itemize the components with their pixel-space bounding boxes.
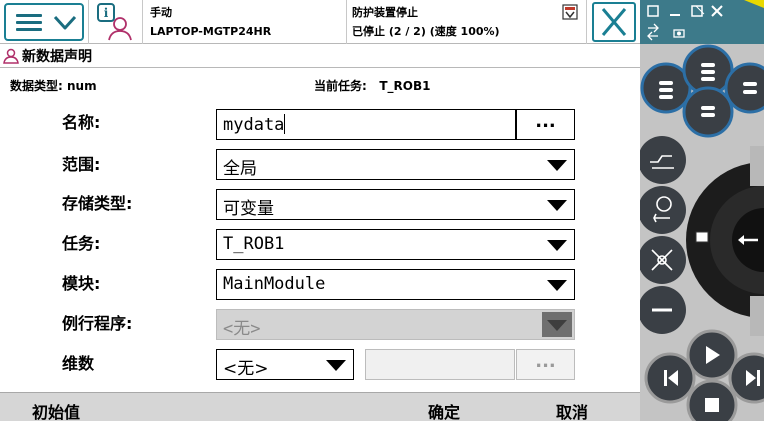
initial-value-button[interactable]: 初始值 bbox=[32, 399, 80, 421]
divider bbox=[0, 67, 640, 68]
routine-select: <无> bbox=[216, 309, 575, 340]
scope-value: 全局 bbox=[223, 159, 257, 179]
page-title: 新数据声明 bbox=[22, 49, 92, 65]
host-name: LAPTOP-MGTP24HR bbox=[150, 25, 272, 38]
routine-value: <无> bbox=[223, 319, 261, 339]
status-detail: 已停止 (2 / 2) (速度 100%) bbox=[352, 25, 500, 38]
page-header: 新数据声明 bbox=[0, 45, 640, 67]
dropdown-arrow-icon bbox=[542, 312, 572, 337]
close-button[interactable] bbox=[592, 2, 636, 42]
dimension-keyboard-button: ... bbox=[516, 349, 575, 380]
controller-status[interactable]: 防护装置停止 已停止 (2 / 2) (速度 100%) bbox=[352, 3, 500, 41]
data-type-label: 数据类型: num bbox=[10, 79, 97, 93]
dimension-size-field bbox=[365, 349, 515, 380]
ok-button[interactable]: 确定 bbox=[428, 399, 460, 421]
scope-label: 范围: bbox=[62, 155, 101, 174]
storage-type-label: 存储类型: bbox=[62, 194, 133, 213]
task-value: T_ROB1 bbox=[223, 234, 285, 254]
status-title: 防护装置停止 bbox=[352, 6, 418, 19]
routine-label: 例行程序: bbox=[62, 314, 133, 333]
dimension-select[interactable]: <无> bbox=[216, 349, 354, 380]
name-keyboard-button[interactable]: ... bbox=[516, 109, 575, 140]
name-input[interactable]: mydata bbox=[216, 109, 516, 140]
module-label: 模块: bbox=[62, 274, 101, 293]
task-label: 任务: bbox=[62, 234, 101, 253]
flexpendant-hardware-panel bbox=[640, 0, 764, 421]
svg-text:i: i bbox=[104, 6, 109, 20]
menu-icon bbox=[16, 14, 42, 32]
dropdown-arrow-icon[interactable] bbox=[542, 232, 572, 257]
declaration-info: 数据类型: num 当前任务: T_ROB1 bbox=[0, 74, 640, 96]
scope-select[interactable]: 全局 bbox=[216, 149, 575, 180]
storage-type-select[interactable]: 可变量 bbox=[216, 189, 575, 220]
dropdown-arrow-icon[interactable] bbox=[542, 192, 572, 217]
module-select[interactable]: MainModule bbox=[216, 269, 575, 300]
module-value: MainModule bbox=[223, 274, 326, 294]
name-label: 名称: bbox=[62, 113, 101, 132]
mode-label: 手动 bbox=[150, 6, 172, 19]
dimension-label: 维数 bbox=[62, 354, 95, 373]
current-task-label: 当前任务: bbox=[314, 79, 367, 93]
main-menu-button[interactable] bbox=[4, 3, 84, 41]
command-bar: 初始值 确定 取消 bbox=[0, 392, 640, 421]
dropdown-arrow-icon[interactable] bbox=[542, 272, 572, 297]
chevron-down-icon bbox=[53, 15, 77, 30]
dropdown-arrow-icon[interactable] bbox=[542, 152, 572, 177]
controller-mode[interactable]: 手动 LAPTOP-MGTP24HR bbox=[150, 3, 271, 41]
current-task-value: T_ROB1 bbox=[379, 79, 431, 93]
dimension-value: <无> bbox=[223, 359, 269, 379]
status-icon bbox=[562, 4, 578, 20]
current-task: 当前任务: T_ROB1 bbox=[314, 77, 430, 94]
event-log-icon[interactable]: i bbox=[94, 2, 134, 42]
storage-type-value: 可变量 bbox=[223, 199, 274, 219]
close-icon bbox=[601, 8, 627, 36]
top-bar: i 手动 LAPTOP-MGTP24HR 防护装置停止 已停止 (2 / 2) … bbox=[0, 0, 640, 44]
name-value: mydata bbox=[223, 115, 285, 135]
dropdown-arrow-icon[interactable] bbox=[321, 352, 351, 377]
data-declaration-icon bbox=[3, 48, 19, 64]
task-select[interactable]: T_ROB1 bbox=[216, 229, 575, 260]
cancel-button[interactable]: 取消 bbox=[556, 399, 588, 421]
